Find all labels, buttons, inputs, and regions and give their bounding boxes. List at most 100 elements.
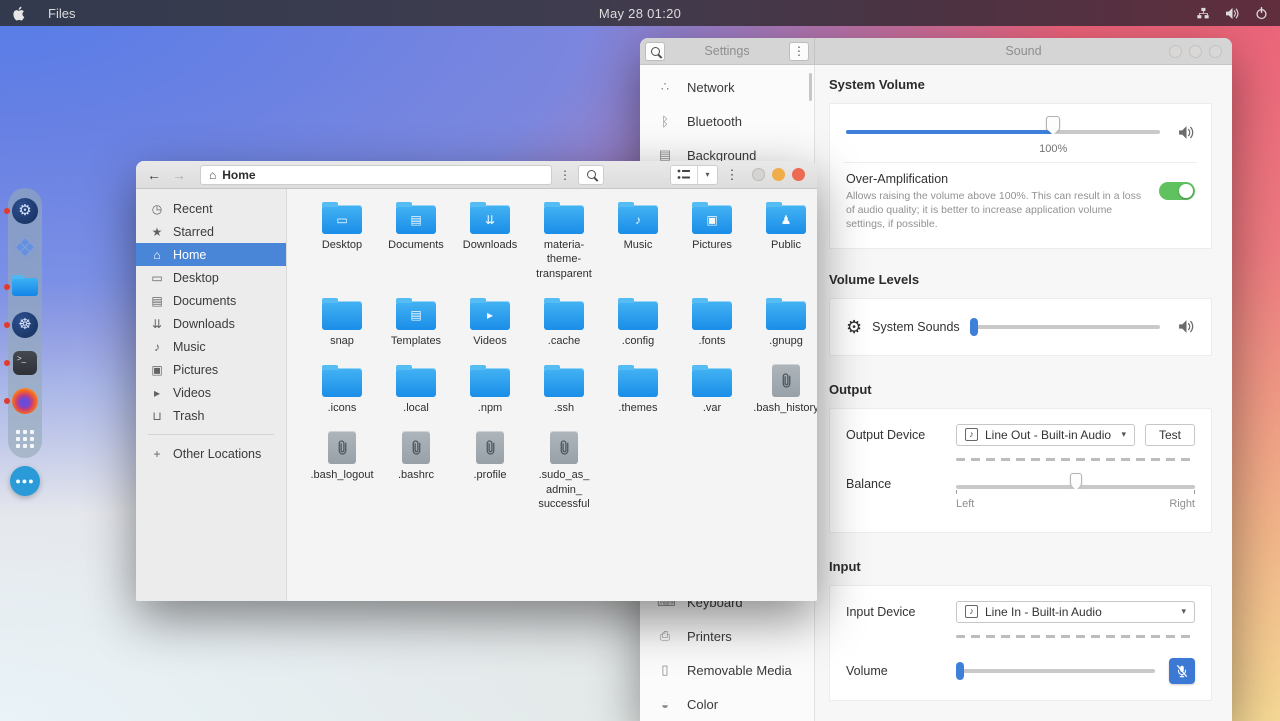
dock-item-files[interactable] xyxy=(12,273,39,300)
app-grid-icon xyxy=(16,430,34,448)
file-item-sudo-as-admin-successful[interactable]: .sudo_as_ admin_ successful xyxy=(527,431,601,511)
file-item-music[interactable]: ♪ Music xyxy=(601,201,675,281)
dock-item-terminal[interactable]: >_ xyxy=(12,349,39,376)
files-window-controls xyxy=(752,168,805,181)
dock-more-button[interactable]: ●●● xyxy=(10,466,40,496)
desktop: Files May 28 01:20 ⚙ ❖ xyxy=(0,0,1280,721)
maximize-button[interactable] xyxy=(1189,45,1202,58)
system-volume-value: 100% xyxy=(1039,143,1067,155)
close-button[interactable] xyxy=(792,168,805,181)
folder-icon xyxy=(322,368,362,397)
balance-handle[interactable] xyxy=(1070,473,1082,486)
sidebar-item-documents[interactable]: ▤ Documents xyxy=(136,289,286,312)
file-item-public[interactable]: ♟ Public xyxy=(749,201,817,281)
volume-status-icon[interactable] xyxy=(1225,7,1240,20)
distro-logo-icon[interactable] xyxy=(13,6,26,21)
balance-label: Balance xyxy=(846,477,956,491)
settings-nav-item-removable-media[interactable]: ▯ Removable Media xyxy=(640,653,813,687)
file-item-cache[interactable]: .cache xyxy=(527,297,601,348)
file-item-gnupg[interactable]: .gnupg xyxy=(749,297,817,348)
sidebar-item-trash[interactable]: ⊔ Trash xyxy=(136,404,286,427)
output-device-dropdown[interactable]: ♪ Line Out - Built-in Audio ▾ xyxy=(956,424,1135,446)
sidebar-item-music[interactable]: ♪ Music xyxy=(136,335,286,358)
file-item-bash-history[interactable]: .bash_history xyxy=(749,364,817,415)
input-volume-slider[interactable] xyxy=(956,661,1155,681)
files-sidebar: ◷ Recent ★ Starred ⌂ Home ▭ Desktop ▤ Do… xyxy=(136,189,287,601)
file-item-npm[interactable]: .npm xyxy=(453,364,527,415)
file-item-materia-theme-transparent[interactable]: materia- theme- transparent xyxy=(527,201,601,281)
dock-item-firefox[interactable] xyxy=(12,387,39,414)
sidebar-item-downloads[interactable]: ⇊ Downloads xyxy=(136,312,286,335)
input-device-dropdown[interactable]: ♪ Line In - Built-in Audio ▾ xyxy=(956,601,1195,623)
dock-item-tweaks[interactable]: ❖ xyxy=(12,235,39,262)
settings-nav-item-bluetooth[interactable]: ᛒ Bluetooth xyxy=(640,104,813,138)
path-bar[interactable]: ⌂ Home xyxy=(200,165,552,185)
file-item-profile[interactable]: .profile xyxy=(453,431,527,511)
system-volume-handle[interactable] xyxy=(1046,116,1060,131)
file-item-local[interactable]: .local xyxy=(379,364,453,415)
system-sounds-handle[interactable] xyxy=(970,318,978,336)
over-amplification-label: Over-Amplification xyxy=(846,172,1147,186)
focused-app-name[interactable]: Files xyxy=(48,6,75,21)
settings-nav-item-color[interactable]: ◒ Color xyxy=(640,687,813,721)
sidebar-item-recent[interactable]: ◷ Recent xyxy=(136,197,286,220)
sidebar-item-videos[interactable]: ▸ Videos xyxy=(136,381,286,404)
file-item-snap[interactable]: snap xyxy=(305,297,379,348)
power-status-icon[interactable] xyxy=(1255,7,1268,20)
file-item-icons[interactable]: .icons xyxy=(305,364,379,415)
file-item-downloads[interactable]: ⇊ Downloads xyxy=(453,201,527,281)
settings-menu-button[interactable]: ⋮ xyxy=(789,42,809,61)
settings-search-button[interactable] xyxy=(645,42,665,61)
view-options-button[interactable]: ▾ xyxy=(697,166,717,184)
folder-icon xyxy=(544,301,584,330)
dock-item-settings[interactable]: ⚙ xyxy=(12,197,39,224)
file-item-var[interactable]: .var xyxy=(675,364,749,415)
sidebar-item-pictures[interactable]: ▣ Pictures xyxy=(136,358,286,381)
close-button[interactable] xyxy=(1209,45,1222,58)
sidebar-item-other-locations[interactable]: + Other Locations xyxy=(136,442,286,465)
input-level-meter xyxy=(956,635,1195,638)
input-volume-handle[interactable] xyxy=(956,662,964,680)
mic-mute-button[interactable] xyxy=(1169,658,1195,684)
file-item-themes[interactable]: .themes xyxy=(601,364,675,415)
settings-nav-item-network[interactable]: ∴ Network xyxy=(640,70,813,104)
back-button[interactable]: ← xyxy=(144,168,164,182)
file-item-desktop[interactable]: ▭ Desktop xyxy=(305,201,379,281)
dock-item-helm[interactable]: ☸ xyxy=(12,311,39,338)
file-item-config[interactable]: .config xyxy=(601,297,675,348)
file-item-bash-logout[interactable]: .bash_logout xyxy=(305,431,379,511)
sidebar-item-starred[interactable]: ★ Starred xyxy=(136,220,286,243)
tweaks-icon: ❖ xyxy=(14,234,36,263)
network-status-icon[interactable] xyxy=(1196,7,1210,20)
file-item-fonts[interactable]: .fonts xyxy=(675,297,749,348)
over-amplification-toggle[interactable] xyxy=(1159,182,1195,200)
file-item-bashrc[interactable]: .bashrc xyxy=(379,431,453,511)
file-item-documents[interactable]: ▤ Documents xyxy=(379,201,453,281)
system-sounds-slider[interactable] xyxy=(970,317,1160,337)
settings-window-controls xyxy=(1169,45,1222,58)
file-item-ssh[interactable]: .ssh xyxy=(527,364,601,415)
minimize-button[interactable] xyxy=(1169,45,1182,58)
folder-icon xyxy=(470,368,510,397)
settings-nav-item-printers[interactable]: ⎙ Printers xyxy=(640,619,813,653)
chevron-down-icon: ▾ xyxy=(1121,429,1126,440)
path-menu-button[interactable]: ⋮ xyxy=(557,168,573,182)
sidebar-item-home[interactable]: ⌂ Home xyxy=(136,243,286,266)
sidebar-item-desktop[interactable]: ▭ Desktop xyxy=(136,266,286,289)
balance-slider[interactable] xyxy=(956,477,1195,497)
files-menu-button[interactable]: ⋮ xyxy=(723,167,741,183)
test-button[interactable]: Test xyxy=(1145,424,1195,446)
list-view-button[interactable] xyxy=(671,166,697,184)
dock-item-app-grid[interactable] xyxy=(12,425,39,452)
file-item-templates[interactable]: ▤ Templates xyxy=(379,297,453,348)
files-search-button[interactable] xyxy=(578,165,604,185)
forward-button[interactable]: → xyxy=(169,168,189,182)
minimize-button[interactable] xyxy=(752,168,765,181)
dock: ⚙ ❖ ☸ >_ xyxy=(8,188,42,458)
system-volume-slider[interactable]: 100% xyxy=(846,122,1160,142)
maximize-button[interactable] xyxy=(772,168,785,181)
clock[interactable]: May 28 01:20 xyxy=(599,6,681,21)
file-item-videos[interactable]: ▸ Videos xyxy=(453,297,527,348)
file-item-pictures[interactable]: ▣ Pictures xyxy=(675,201,749,281)
input-heading: Input xyxy=(829,559,1212,574)
